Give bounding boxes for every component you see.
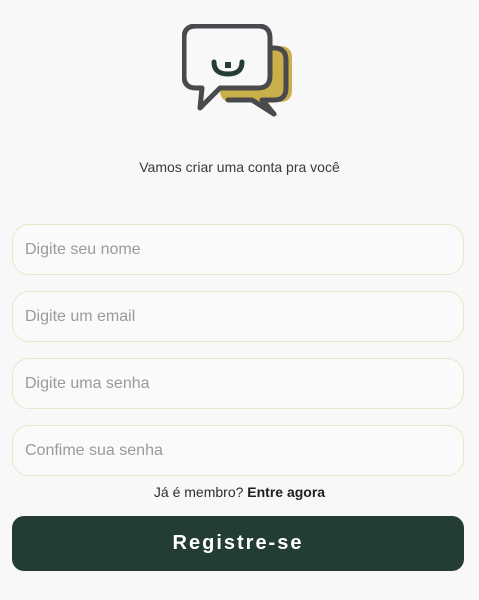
register-button[interactable]: Registre-se (12, 516, 464, 571)
page-subtitle: Vamos criar uma conta pra você (139, 159, 340, 175)
password-input[interactable] (12, 358, 464, 409)
login-link[interactable]: Entre agora (247, 484, 325, 500)
already-member-row: Já é membro? Entre agora (0, 482, 479, 502)
confirm-password-input[interactable] (12, 425, 464, 476)
email-input[interactable] (12, 291, 464, 342)
name-input[interactable] (12, 224, 464, 275)
member-question-text: Já é membro? (153, 484, 244, 500)
chat-bubbles-logo-icon (182, 24, 292, 117)
